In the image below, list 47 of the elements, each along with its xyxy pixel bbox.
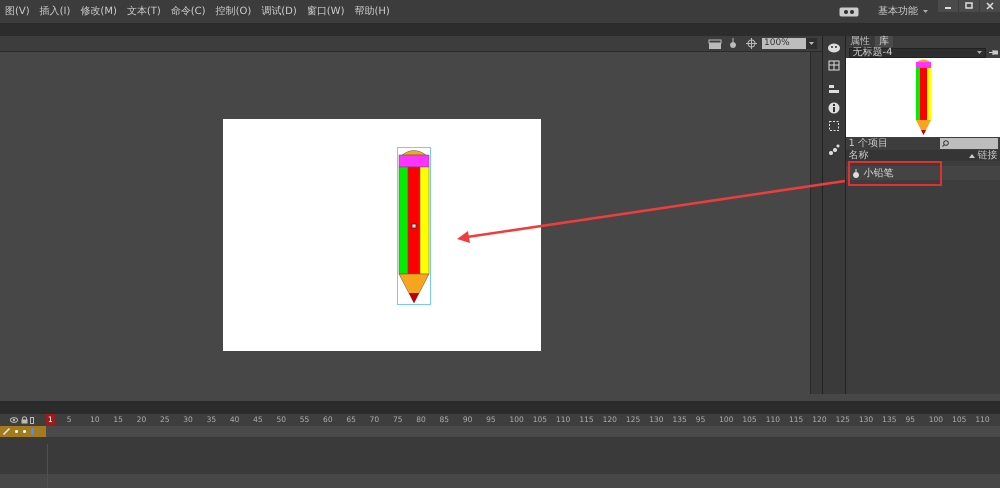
menu-item[interactable]: 调试(D) — [256, 4, 302, 19]
dot-icon — [22, 430, 26, 433]
caret-icon — [977, 51, 982, 54]
maximize-icon[interactable] — [959, 0, 979, 12]
outline-swatch-icon — [30, 428, 34, 435]
grid-icon[interactable] — [828, 60, 840, 72]
menu-item[interactable]: 文本(T) — [122, 4, 166, 19]
caret-icon — [923, 10, 928, 13]
library-item[interactable]: 小铅笔 — [846, 166, 1000, 180]
align-icon[interactable] — [828, 84, 840, 96]
minimize-icon[interactable] — [938, 0, 958, 12]
transform-icon[interactable] — [828, 120, 840, 132]
menu-item[interactable]: 插入(I) — [34, 4, 76, 19]
menu-item[interactable]: 控制(O) — [210, 4, 256, 19]
crosshair-icon[interactable] — [746, 38, 757, 49]
item-name: 小铅笔 — [864, 166, 894, 180]
outline-icon[interactable] — [30, 416, 34, 424]
menu-item[interactable]: 修改(M) — [75, 4, 122, 19]
zoom-field[interactable]: 100% — [762, 38, 806, 49]
document-dropdown[interactable]: 无标题-4 — [848, 48, 986, 58]
close-icon[interactable] — [980, 0, 1000, 12]
sort-arrow-icon[interactable] — [969, 154, 975, 158]
workspace-icon[interactable] — [839, 6, 859, 16]
pin-icon[interactable] — [988, 49, 998, 56]
eye-icon[interactable] — [10, 417, 18, 423]
clapper-icon[interactable] — [708, 38, 722, 48]
playhead-line — [47, 444, 48, 488]
scrollbar[interactable] — [0, 394, 1000, 402]
item-count: 1 个项目 — [848, 137, 888, 150]
search-field[interactable] — [940, 138, 998, 149]
panel-tab[interactable]: 库 — [875, 36, 893, 47]
dot-icon — [14, 430, 18, 433]
menu-item[interactable]: 窗口(W) — [302, 4, 350, 19]
info-icon[interactable] — [828, 102, 840, 114]
column-header[interactable]: 名称 — [848, 148, 868, 163]
dots-icon[interactable] — [828, 144, 840, 156]
workspace-switcher[interactable]: 基本功能 — [873, 4, 923, 19]
lock-icon[interactable] — [20, 416, 28, 424]
search-icon — [942, 140, 948, 147]
column-header[interactable]: 链接 — [978, 148, 998, 163]
pencil-icon — [2, 428, 10, 435]
document-name: 无标题-4 — [852, 48, 892, 58]
scrollbar[interactable] — [810, 52, 822, 394]
menu-item[interactable]: 图(V) — [0, 4, 35, 19]
menu-item[interactable]: 命令(C) — [166, 4, 211, 19]
menu-item[interactable]: 帮助(H) — [349, 4, 395, 19]
layer-row[interactable] — [0, 426, 46, 437]
